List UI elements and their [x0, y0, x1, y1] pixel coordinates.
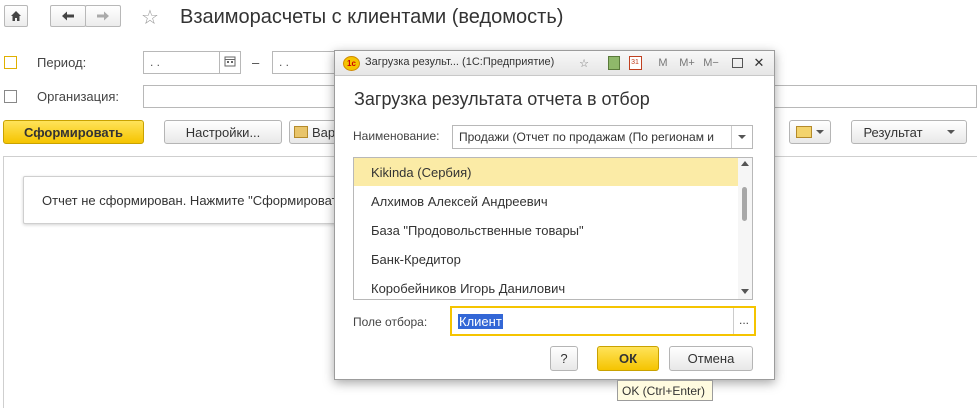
maximize-icon[interactable] — [729, 55, 745, 71]
name-select[interactable]: Продажи (Отчет по продажам (По регионам … — [452, 125, 753, 149]
calendar-icon[interactable]: 31 — [627, 55, 643, 71]
close-icon[interactable]: ✕ — [751, 55, 767, 71]
variant-button[interactable]: Вар — [289, 120, 337, 144]
help-button[interactable]: ? — [550, 346, 578, 371]
chevron-down-icon — [738, 135, 746, 139]
cancel-button[interactable]: Отмена — [669, 346, 753, 371]
period-from-field[interactable]: . . — [143, 51, 220, 74]
page-title: Взаиморасчеты с клиентами (ведомость) — [180, 6, 564, 28]
forward-button[interactable] — [85, 5, 121, 27]
memory-m-button[interactable]: M — [655, 55, 671, 71]
ok-button[interactable]: ОК — [597, 346, 659, 371]
organization-field[interactable] — [143, 85, 336, 108]
report-message: Отчет не сформирован. Нажмите "Сформиров… — [42, 193, 349, 208]
folder-icon — [294, 126, 308, 138]
scroll-up-icon[interactable] — [741, 161, 749, 166]
scrollbar-thumb[interactable] — [742, 187, 747, 221]
dialog-titlebar[interactable]: 1c Загрузка результ... (1С:Предприятие) … — [335, 51, 774, 76]
organization-label: Организация: — [37, 89, 120, 104]
list-item[interactable]: Kikinda (Сербия) — [354, 158, 738, 186]
chevron-down-icon — [816, 130, 824, 134]
period-label: Период: — [37, 55, 87, 70]
report-message-box: Отчет не сформирован. Нажмите "Сформиров… — [23, 176, 363, 224]
memory-plus-button[interactable]: M+ — [677, 55, 697, 71]
envelope-icon — [796, 126, 812, 138]
calendar-icon — [224, 56, 236, 67]
generate-button[interactable]: Сформировать — [3, 120, 144, 144]
memory-minus-button[interactable]: M− — [701, 55, 721, 71]
organization-field-tail[interactable] — [775, 85, 977, 108]
result-values-list[interactable]: Kikinda (Сербия) Алхимов Алексей Андреев… — [353, 157, 753, 300]
calculator-icon[interactable] — [606, 55, 622, 71]
name-label: Наименование: — [353, 129, 440, 143]
dialog-window-title: Загрузка результ... (1С:Предприятие) — [365, 56, 555, 68]
ok-tooltip: OK (Ctrl+Enter) — [617, 380, 713, 401]
filter-field-input[interactable]: Клиент ... — [450, 306, 756, 336]
dialog-heading: Загрузка результата отчета в отбор — [354, 89, 650, 109]
name-select-arrow[interactable] — [731, 126, 752, 148]
arrow-right-icon — [97, 11, 109, 21]
home-button[interactable] — [4, 5, 28, 27]
list-item[interactable]: Банк-Кредитор — [354, 245, 738, 273]
filter-field-choose-button[interactable]: ... — [733, 308, 754, 334]
period-dash: – — [252, 55, 260, 70]
period-to-field[interactable]: . . — [272, 51, 336, 74]
name-select-value: Продажи (Отчет по продажам (По регионам … — [459, 130, 714, 144]
filter-field-label: Поле отбора: — [353, 315, 428, 329]
result-label: Результат — [863, 124, 923, 140]
home-icon — [11, 11, 21, 21]
back-button[interactable] — [50, 5, 86, 27]
list-item[interactable]: База "Продовольственные товары" — [354, 216, 738, 244]
organization-checkbox[interactable] — [4, 90, 17, 103]
list-item[interactable]: Коробейников Игорь Данилович — [354, 274, 738, 299]
star-icon[interactable]: ☆ — [576, 55, 592, 71]
scroll-down-icon[interactable] — [741, 289, 749, 294]
app-logo-icon: 1c — [343, 56, 360, 71]
filter-field-value: Клиент — [458, 314, 503, 329]
calendar-button[interactable] — [219, 51, 241, 74]
period-checkbox[interactable] — [4, 56, 17, 69]
list-scrollbar[interactable] — [738, 158, 752, 299]
settings-button[interactable]: Настройки... — [164, 120, 282, 144]
list-item[interactable]: Алхимов Алексей Андреевич — [354, 187, 738, 215]
variant-label: Вар — [312, 124, 336, 140]
load-result-dialog: 1c Загрузка результ... (1С:Предприятие) … — [334, 50, 775, 380]
star-icon[interactable]: ☆ — [141, 5, 159, 30]
send-mail-button[interactable] — [789, 120, 831, 144]
result-button[interactable]: Результат — [851, 120, 967, 144]
chevron-down-icon — [946, 130, 955, 134]
arrow-left-icon — [62, 11, 74, 21]
